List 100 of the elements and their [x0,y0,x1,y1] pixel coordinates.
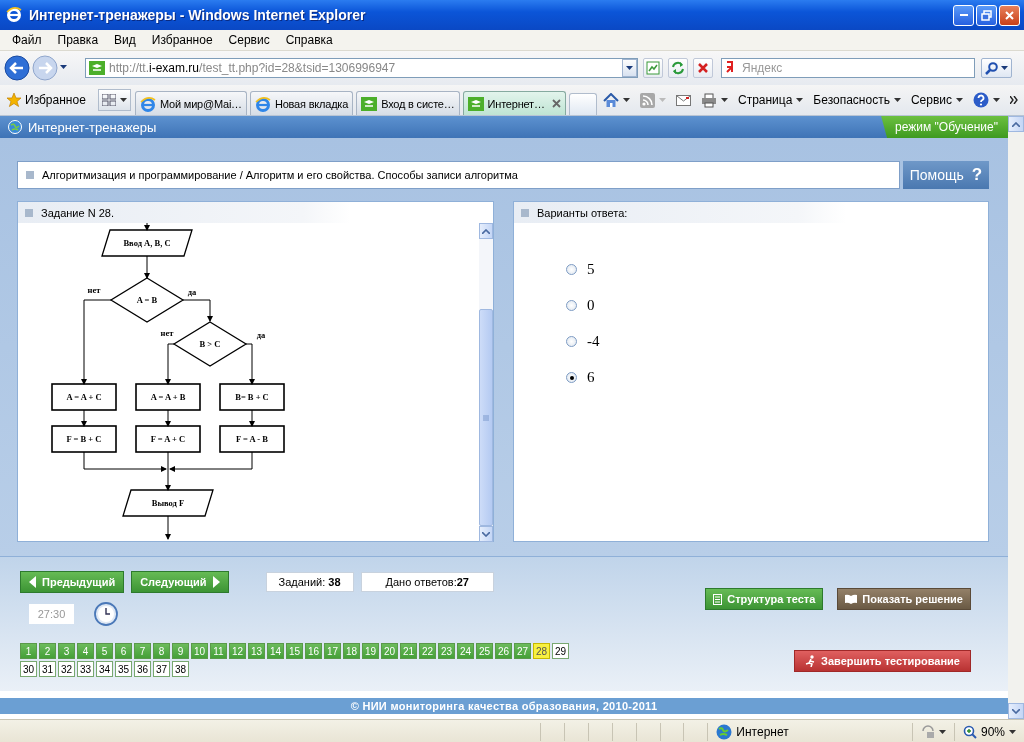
scroll-up-button[interactable] [479,223,493,239]
bullet-square-icon [26,171,34,179]
question-number[interactable]: 21 [400,643,417,659]
stop-button[interactable] [693,58,713,78]
radio-button[interactable] [566,300,577,311]
menu-item[interactable]: Правка [49,33,107,47]
address-field[interactable]: http://tt.i-exam.ru/test_tt.php?id=28&tsid=1306996947 [85,58,638,78]
minimize-button[interactable] [953,4,974,26]
feeds-button[interactable] [637,92,668,108]
question-number[interactable]: 31 [39,661,56,677]
quick-tabs-button[interactable] [98,89,131,111]
favorites-button[interactable]: Избранное [6,92,98,108]
toolbar-menu[interactable]: Сервис [908,93,965,107]
scroll-down-button[interactable] [1008,703,1024,719]
right-triangle-icon [212,576,220,588]
question-number[interactable]: 11 [210,643,227,659]
question-number[interactable]: 32 [58,661,75,677]
zoom-button[interactable]: 90% [954,722,1024,741]
help-icon [973,92,989,108]
solution-button[interactable]: Показать решение [837,588,971,610]
question-number[interactable]: 4 [77,643,94,659]
question-number[interactable]: 17 [324,643,341,659]
structure-button[interactable]: Структура теста [705,588,824,610]
menu-item[interactable]: Сервис [220,33,278,47]
question-number[interactable]: 20 [381,643,398,659]
question-number[interactable]: 33 [77,661,94,677]
more-tools-button[interactable] [1008,96,1020,104]
menu-item[interactable]: Справка [277,33,341,47]
restore-button[interactable] [976,4,997,26]
question-number[interactable]: 25 [476,643,493,659]
menu-item[interactable]: Избранное [143,33,221,47]
book-icon [845,594,858,604]
next-button[interactable]: Следующий [131,571,229,593]
question-number[interactable]: 6 [115,643,132,659]
toolbar-menu[interactable]: Страница [735,93,806,107]
finish-button[interactable]: Завершить тестирование [794,650,971,672]
question-number[interactable]: 13 [248,643,265,659]
question-number[interactable]: 34 [96,661,113,677]
close-button[interactable] [999,4,1020,26]
answer-option: -4 [587,333,600,350]
history-dropdown[interactable] [60,65,69,71]
question-number[interactable]: 8 [153,643,170,659]
question-number[interactable]: 9 [172,643,189,659]
question-number[interactable]: 12 [229,643,246,659]
home-icon [602,92,619,108]
question-number[interactable]: 37 [153,661,170,677]
mail-button[interactable] [673,94,693,106]
compatibility-button[interactable] [643,58,663,78]
question-number[interactable]: 16 [305,643,322,659]
question-number[interactable]: 35 [115,661,132,677]
question-number[interactable]: 3 [58,643,75,659]
search-button[interactable] [981,58,1012,78]
browser-page-icon [140,95,156,112]
question-number[interactable]: 10 [191,643,208,659]
refresh-button[interactable] [668,58,688,78]
help-button[interactable]: Помощь ? [903,161,989,189]
question-number[interactable]: 22 [419,643,436,659]
menu-item[interactable]: Вид [106,33,144,47]
back-button[interactable] [4,55,30,81]
scroll-up-button[interactable] [1008,116,1024,132]
lock-icon [921,724,935,739]
address-dropdown[interactable] [622,59,637,77]
zoom-icon [963,724,977,739]
question-number[interactable]: 27 [514,643,531,659]
browser-tab[interactable]: Вход в систе… [356,91,460,115]
browser-tab[interactable]: Интернет… [462,91,566,115]
question-number[interactable]: 7 [134,643,151,659]
question-number[interactable]: 2 [39,643,56,659]
question-number[interactable]: 5 [96,643,113,659]
scroll-down-button[interactable] [479,526,493,542]
question-number[interactable]: 30 [20,661,37,677]
question-number[interactable]: 36 [134,661,151,677]
bullet-square-icon [521,208,529,217]
question-number[interactable]: 1 [20,643,37,659]
browser-tab[interactable]: Мой мир@Mai… [135,91,247,115]
question-number[interactable]: 24 [457,643,474,659]
search-field[interactable]: Яндекс [721,58,975,78]
question-number[interactable]: 23 [438,643,455,659]
scrollbar-thumb[interactable] [479,309,493,526]
process-box: B= B + C [219,383,285,411]
decision-diamond: A = B [109,277,185,323]
question-number[interactable]: 28 [533,643,550,659]
question-number[interactable]: 26 [495,643,512,659]
toolbar-menu[interactable]: Безопасность [811,93,903,107]
help-menu-button[interactable] [971,92,1002,108]
question-number[interactable]: 18 [343,643,360,659]
question-number[interactable]: 29 [552,643,569,659]
radio-button[interactable] [566,372,577,383]
question-number[interactable]: 14 [267,643,284,659]
question-number[interactable]: 38 [172,661,189,677]
browser-tab[interactable]: Новая вкладка [249,91,354,115]
down-chevron-icon [482,531,490,537]
address-text: http://tt.i-exam.ru/test_tt.php?id=28&tsid=1306996947 [109,61,397,75]
radio-button[interactable] [566,264,577,275]
caret-icon [1009,729,1016,734]
previous-button[interactable]: Предыдущий [20,571,125,593]
question-number[interactable]: 19 [362,643,379,659]
question-number[interactable]: 15 [286,643,303,659]
radio-button[interactable] [566,336,577,347]
menu-item[interactable]: Файл [4,33,50,47]
